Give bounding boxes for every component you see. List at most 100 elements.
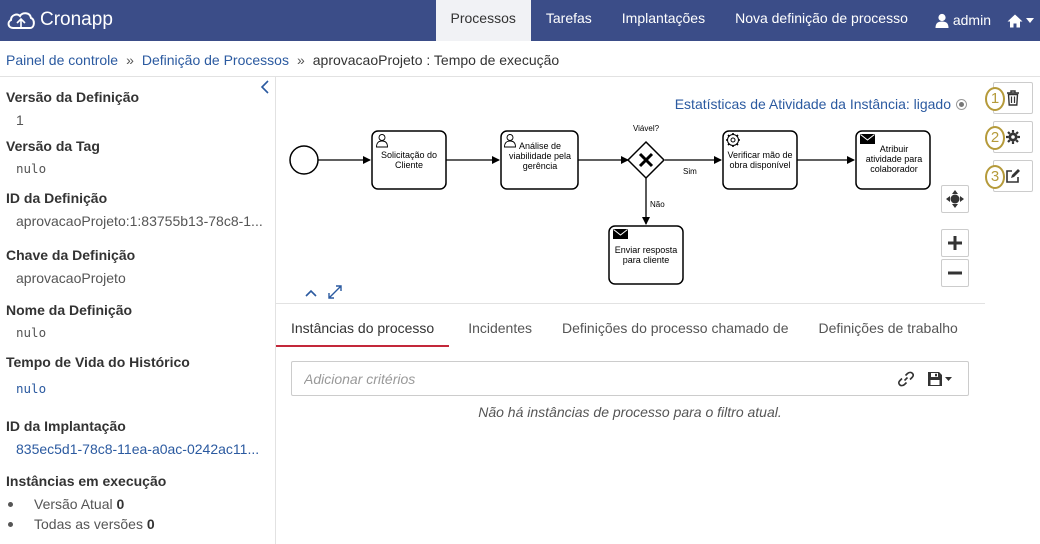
caret-down-icon [1026, 18, 1034, 23]
tab-definicoes-trabalho[interactable]: Definições de trabalho [804, 310, 973, 347]
nav-implantacoes[interactable]: Implantações [607, 0, 720, 41]
prop-chave-definicao: Chave da Definição aprovacaoProjeto [6, 247, 266, 286]
prop-label: Versão da Tag [6, 138, 100, 154]
zoom-in-button[interactable] [941, 229, 969, 257]
bpmn-canvas: Solicitação do Cliente Análise de viabil… [289, 124, 931, 285]
trash-icon [1007, 90, 1019, 106]
edit-icon [1006, 169, 1020, 183]
breadcrumb-separator: » [126, 52, 134, 68]
plus-icon [948, 236, 962, 250]
criteria-search-box [291, 361, 969, 396]
prop-label: Nome da Definição [6, 302, 133, 318]
task-analise-viabilidade[interactable]: Análise de viabilidade pela gerência [500, 130, 579, 190]
prop-label: Tempo de Vida do Histórico [6, 354, 190, 370]
task-label: gerência [523, 161, 558, 171]
exclusive-gateway[interactable] [626, 140, 666, 180]
zoom-out-button[interactable] [941, 259, 969, 287]
tab-instancias-processo[interactable]: Instâncias do processo [276, 310, 450, 347]
step-number-badge: 3 [985, 165, 1005, 189]
prop-value: nulo [16, 325, 47, 340]
prop-label: ID da Definição [6, 190, 108, 206]
caret-down-icon [945, 377, 952, 381]
list-item: Todas as versões 0 [6, 514, 266, 534]
prop-id-definicao: ID da Definição aprovacaoProjeto:1:83755… [6, 190, 266, 229]
prop-label: Instâncias em execução [6, 473, 167, 489]
task-solicitacao-cliente[interactable]: Solicitação do Cliente [371, 130, 447, 190]
definition-tabs: Instâncias do processo Incidentes Defini… [276, 310, 985, 347]
bpmn-diagram-panel: Estatísticas de Atividade da Instância: … [276, 77, 985, 304]
expand-icon [328, 285, 342, 299]
send-task-mail-icon [612, 228, 629, 240]
task-atribuir-atividade[interactable]: Atribuir atividade para colaborador [855, 130, 931, 190]
nav-tarefas[interactable]: Tarefas [531, 0, 607, 41]
reset-zoom-button[interactable] [941, 185, 969, 213]
task-label: viabilidade pela [509, 151, 571, 161]
move-arrows-icon [946, 190, 964, 208]
step-number-badge: 2 [985, 126, 1005, 150]
prop-id-implantacao: ID da Implantação 835ec5d1-78c8-11ea-a0a… [6, 418, 266, 457]
task-label: colaborador [870, 164, 918, 174]
criteria-search-input[interactable] [304, 362, 884, 395]
prop-value-link[interactable]: nulo [6, 381, 266, 396]
prop-tempo-vida-historico: Tempo de Vida do Histórico nulo [6, 354, 266, 396]
prop-value: aprovacaoProjeto:1:83755b13-78c8-1... [16, 213, 263, 229]
floppy-disk-icon [928, 372, 942, 386]
step-number-badge: 1 [985, 87, 1005, 111]
cloud-logo-icon [7, 12, 35, 29]
running-label: Versão Atual [34, 496, 113, 512]
prop-label: Chave da Definição [6, 247, 136, 263]
nav-nova-definicao[interactable]: Nova definição de processo [720, 0, 923, 41]
link-icon[interactable] [898, 371, 914, 387]
task-verificar-mao-obra[interactable]: Verificar mão de obra disponível [722, 130, 798, 190]
running-label: Todas as versões [34, 516, 143, 532]
tab-definicoes-chamado[interactable]: Definições do processo chamado de [547, 310, 803, 347]
home-icon [1007, 14, 1023, 27]
task-label: Análise de [519, 141, 561, 151]
task-enviar-resposta[interactable]: Enviar resposta para cliente [608, 225, 684, 285]
user-icon [935, 13, 949, 28]
nav-processos[interactable]: Processos [435, 0, 531, 41]
prop-nome-definicao: Nome da Definição nulo [6, 302, 266, 340]
start-event[interactable] [289, 145, 319, 175]
prop-label: ID da Implantação [6, 418, 126, 434]
definition-sidebar: Versão da Definição 1 Versão da Tag nulo… [0, 77, 276, 544]
main-nav: Processos Tarefas Implantações Nova defi… [435, 0, 1040, 41]
deployment-id-link[interactable]: 835ec5d1-78c8-11ea-a0ac-0242ac11... [6, 441, 266, 457]
empty-state-message: Não há instâncias de processo para o fil… [478, 404, 782, 420]
task-label: Atribuir [880, 144, 909, 154]
running-instances-list: Versão Atual 0 Todas as versões 0 [6, 494, 266, 534]
prop-label: Versão da Definição [6, 89, 140, 105]
collapse-diagram-button[interactable] [302, 284, 320, 302]
expand-diagram-button[interactable] [326, 283, 344, 301]
brand[interactable]: Cronapp [6, 6, 113, 34]
breadcrumb-painel[interactable]: Painel de controle [6, 52, 118, 68]
breadcrumb-current: aprovacaoProjeto : Tempo de execução [312, 52, 560, 68]
running-count: 0 [146, 516, 155, 532]
breadcrumb-separator: » [296, 52, 305, 68]
task-label: Verificar mão de [727, 150, 792, 160]
running-count: 0 [116, 496, 125, 512]
task-label: obra disponível [729, 160, 790, 170]
prop-value: 1 [16, 112, 24, 128]
user-menu[interactable]: admin [923, 0, 999, 41]
task-label: atividade para [866, 154, 923, 164]
gateway-label: Viável? [633, 124, 660, 133]
gear-icon [1006, 130, 1020, 144]
chevron-up-icon [305, 289, 317, 297]
task-label: para cliente [623, 255, 670, 265]
home-menu[interactable] [999, 0, 1040, 41]
prop-versao-tag: Versão da Tag nulo [6, 138, 266, 176]
breadcrumb-definicao[interactable]: Definição de Processos [142, 52, 289, 68]
prop-value: aprovacaoProjeto [16, 270, 126, 286]
prop-versao-definicao: Versão da Definição 1 [6, 89, 266, 128]
tab-incidentes[interactable]: Incidentes [453, 310, 547, 347]
list-item: Versão Atual 0 [6, 494, 266, 514]
task-label: Solicitação do [381, 150, 437, 160]
service-task-gear-icon [726, 133, 740, 147]
prop-value: nulo [16, 161, 47, 176]
save-criteria-dropdown[interactable] [928, 371, 960, 387]
top-navbar: Cronapp Processos Tarefas Implantações N… [0, 0, 1040, 41]
flow-label-no: Não [650, 200, 665, 209]
definition-actions: 1 2 3 [985, 77, 1040, 544]
breadcrumb: Painel de controle » Definição de Processo… [0, 41, 1040, 77]
